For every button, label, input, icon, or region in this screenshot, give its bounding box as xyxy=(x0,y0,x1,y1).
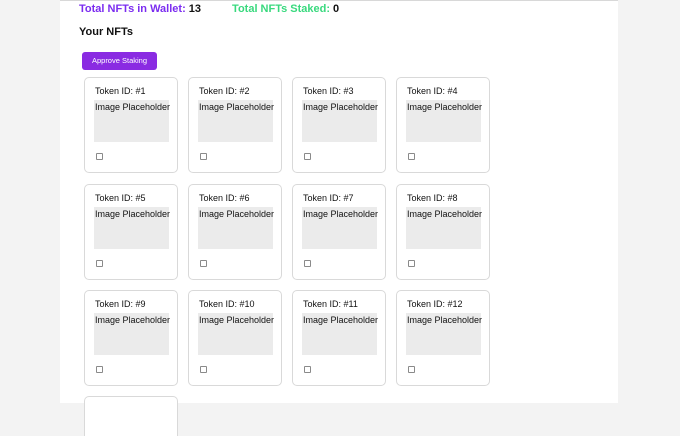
select-nft-checkbox[interactable] xyxy=(96,153,103,160)
select-nft-checkbox[interactable] xyxy=(304,153,311,160)
token-id-label: Token ID: #2 xyxy=(199,86,250,96)
nft-card: Token ID: #1 Image Placeholder xyxy=(84,77,178,173)
image-placeholder-text: Image Placeholder xyxy=(95,315,171,325)
nft-card: Token ID: #12 Image Placeholder xyxy=(396,290,490,386)
token-id-label: Token ID: #4 xyxy=(407,86,458,96)
nft-image-placeholder: Image Placeholder xyxy=(94,100,171,142)
token-id-label: Token ID: #6 xyxy=(199,193,250,203)
approve-staking-button[interactable]: Approve Staking xyxy=(82,52,157,70)
wallet-count-value: 13 xyxy=(188,3,201,15)
image-placeholder-text: Image Placeholder xyxy=(199,209,275,219)
section-title: Your NFTs xyxy=(79,26,133,38)
nft-card: Token ID: #8 Image Placeholder xyxy=(396,184,490,280)
nft-card: Token ID: #10 Image Placeholder xyxy=(188,290,282,386)
nft-card-partial xyxy=(84,396,178,436)
image-placeholder-text: Image Placeholder xyxy=(407,102,483,112)
select-nft-checkbox[interactable] xyxy=(96,260,103,267)
select-nft-checkbox[interactable] xyxy=(96,366,103,373)
nft-image-placeholder: Image Placeholder xyxy=(406,313,483,355)
token-id-label: Token ID: #11 xyxy=(303,299,358,309)
nft-card: Token ID: #4 Image Placeholder xyxy=(396,77,490,173)
nft-image-placeholder: Image Placeholder xyxy=(302,100,379,142)
token-id-label: Token ID: #7 xyxy=(303,193,354,203)
image-placeholder-text: Image Placeholder xyxy=(95,102,171,112)
select-nft-checkbox[interactable] xyxy=(408,153,415,160)
nft-card: Token ID: #5 Image Placeholder xyxy=(84,184,178,280)
select-nft-checkbox[interactable] xyxy=(304,260,311,267)
select-nft-checkbox[interactable] xyxy=(408,260,415,267)
wallet-count-label: Total NFTs in Wallet: xyxy=(79,3,186,15)
image-placeholder-text: Image Placeholder xyxy=(95,209,171,219)
token-id-label: Token ID: #8 xyxy=(407,193,458,203)
staked-count-label: Total NFTs Staked: xyxy=(232,3,331,15)
select-nft-checkbox[interactable] xyxy=(200,260,207,267)
select-nft-checkbox[interactable] xyxy=(408,366,415,373)
nft-image-placeholder: Image Placeholder xyxy=(198,207,275,249)
nft-image-placeholder: Image Placeholder xyxy=(406,207,483,249)
stats-row: Total NFTs in Wallet: 13 Total NFTs Stake… xyxy=(79,2,339,16)
image-placeholder-text: Image Placeholder xyxy=(407,209,483,219)
nft-image-placeholder: Image Placeholder xyxy=(94,313,171,355)
nft-image-placeholder: Image Placeholder xyxy=(302,313,379,355)
nft-image-placeholder: Image Placeholder xyxy=(198,100,275,142)
image-placeholder-text: Image Placeholder xyxy=(303,209,379,219)
nft-card: Token ID: #7 Image Placeholder xyxy=(292,184,386,280)
staked-count-value: 0 xyxy=(333,3,340,15)
image-placeholder-text: Image Placeholder xyxy=(199,315,275,325)
nft-card: Token ID: #11 Image Placeholder xyxy=(292,290,386,386)
token-id-label: Token ID: #3 xyxy=(303,86,354,96)
nft-card: Token ID: #3 Image Placeholder xyxy=(292,77,386,173)
token-id-label: Token ID: #1 xyxy=(95,86,146,96)
nft-image-placeholder: Image Placeholder xyxy=(302,207,379,249)
nft-image-placeholder: Image Placeholder xyxy=(406,100,483,142)
nft-card: Token ID: #6 Image Placeholder xyxy=(188,184,282,280)
token-id-label: Token ID: #12 xyxy=(407,299,463,309)
token-id-label: Token ID: #9 xyxy=(95,299,146,309)
image-placeholder-text: Image Placeholder xyxy=(303,102,379,112)
image-placeholder-text: Image Placeholder xyxy=(199,102,275,112)
select-nft-checkbox[interactable] xyxy=(304,366,311,373)
image-placeholder-text: Image Placeholder xyxy=(303,315,379,325)
nft-card: Token ID: #9 Image Placeholder xyxy=(84,290,178,386)
token-id-label: Token ID: #10 xyxy=(199,299,255,309)
nft-card: Token ID: #2 Image Placeholder xyxy=(188,77,282,173)
token-id-label: Token ID: #5 xyxy=(95,193,146,203)
select-nft-checkbox[interactable] xyxy=(200,366,207,373)
select-nft-checkbox[interactable] xyxy=(200,153,207,160)
nft-image-placeholder: Image Placeholder xyxy=(94,207,171,249)
nft-image-placeholder: Image Placeholder xyxy=(198,313,275,355)
image-placeholder-text: Image Placeholder xyxy=(407,315,483,325)
